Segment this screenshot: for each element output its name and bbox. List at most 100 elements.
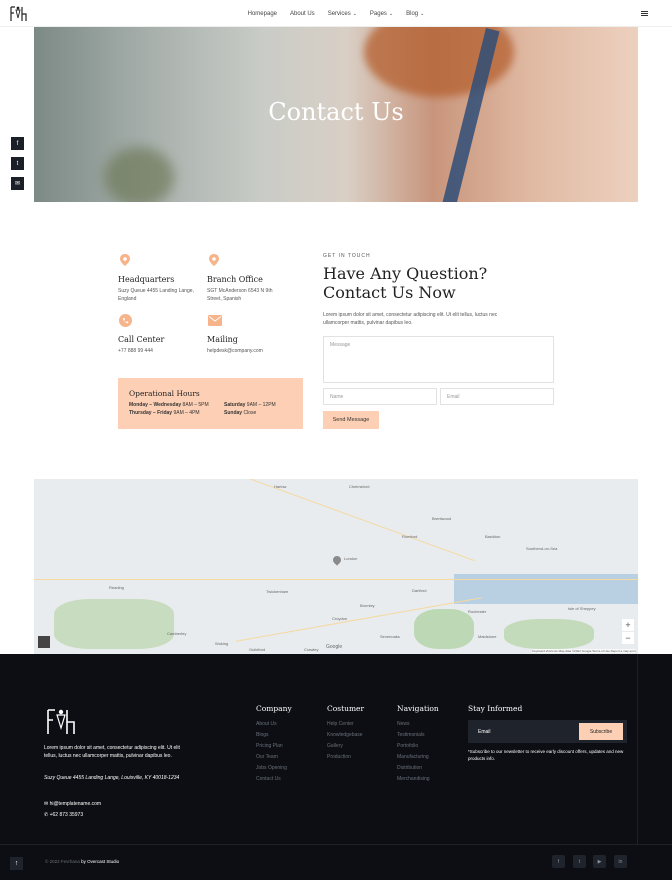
map-zoom-controls: + − [622,619,634,645]
email-icon[interactable]: ✉ [11,177,24,190]
footer-link[interactable]: Portofolio [397,743,418,749]
map-label: London [344,556,358,561]
location-pin-icon [120,254,132,266]
hours-time: 8AM – 5PM [182,402,209,408]
footer-link[interactable]: Our Team [256,754,278,760]
map-label: Croydon [332,616,348,621]
nav-pages[interactable]: Pages ⌄ [370,11,393,17]
map-label: Reading [109,585,124,590]
email-placeholder: Email [447,394,460,400]
footer-link[interactable]: Jobs Opening [256,765,287,771]
chevron-down-icon: ⌄ [352,10,357,17]
footer-link[interactable]: Distribution [397,765,422,771]
footer-link[interactable]: Manufacturing [397,754,429,760]
nav-label: Homepage [247,10,277,17]
section-eyebrow: GET IN TOUCH [323,253,371,259]
mailing-title: Mailing [207,335,238,344]
twitter-icon[interactable]: t [11,157,24,170]
map-label: Isle of Sheppey [568,606,596,611]
subscribe-button[interactable]: Subscribe [579,723,623,740]
operational-hours-box: Operational Hours Monday – Wednesday 8AM… [118,378,303,429]
name-input[interactable]: Name [323,388,437,405]
footer-email-text: hi@templatename.com [49,801,102,807]
footer-link[interactable]: News [397,721,410,727]
facebook-icon[interactable]: f [552,855,565,868]
hours-day: Monday – Wednesday [129,402,182,408]
hours-row: Monday – Wednesday 8AM – 5PM [129,402,209,408]
twitter-icon[interactable]: t [573,855,586,868]
phone-icon: ✆ [44,812,49,818]
call-center-title: Call Center [118,335,165,344]
zoom-out-button[interactable]: − [622,632,634,644]
footer-link[interactable]: Merchandising [397,776,430,782]
nav-label: Pages [369,10,387,17]
message-textarea[interactable]: Message [323,336,554,383]
facebook-icon[interactable]: f [11,137,24,150]
newsletter-form: Email Subscribe [468,720,627,743]
location-pin-icon [209,254,221,266]
hours-day: Saturday [224,402,246,408]
footer-logo[interactable] [44,706,78,736]
footer-description: Lorem ipsum dolor sit amet, consectetur … [44,745,180,759]
nav-blog[interactable]: Blog ⌄ [406,11,424,17]
site-header: Homepage About Us Services ⌄ Pages ⌄ Blog ⌄ [0,0,672,27]
newsletter-title: Stay Informed [468,704,523,713]
hours-row: Saturday 9AM – 12PM [224,402,276,408]
map-label: Harlow [274,484,287,489]
linkedin-icon[interactable]: in [614,855,627,868]
nav-services[interactable]: Services ⌄ [328,11,357,17]
zoom-in-button[interactable]: + [622,619,634,631]
page-title: Contact Us [268,98,404,126]
footer-link[interactable]: About Us [256,721,277,727]
map-label: Dartford [412,588,427,593]
nav-label: About Us [290,10,315,17]
map-label: Maidstone [478,634,497,639]
footer-link[interactable]: Help Center [327,721,354,727]
newsletter-email-input[interactable]: Email [478,729,491,735]
footer-link[interactable]: Contact Us [256,776,281,782]
headquarters-title: Headquarters [118,275,175,284]
hours-time: 9AM – 12PM [246,402,276,408]
branch-office-address: SGT McAnderson 6543 N 9th Street, Spanis… [207,288,273,302]
hamburger-menu-icon[interactable] [641,11,648,16]
footer-link[interactable]: Blogs [256,732,269,738]
footer-phone[interactable]: ✆ +62 873 35973 [44,812,83,818]
email-input[interactable]: Email [440,388,554,405]
hours-time: Close [243,410,257,416]
nav-homepage[interactable]: Homepage [248,11,277,17]
google-logo: Google [326,644,343,650]
hours-time: 9AM – 4PM [173,410,200,416]
map-label: Twickenham [266,589,289,594]
footer-link[interactable]: Knowledgebase [327,732,363,738]
footer-link[interactable]: Gallery [327,743,343,749]
footer-email[interactable]: ✉ hi@templatename.com [44,801,101,807]
form-heading-line: Have Any Question? [323,264,488,283]
footer-address: Suzy Queue 4455 Landing Lange, Louisvill… [44,775,180,781]
copyright-author[interactable]: by Overcast Studio [81,859,119,864]
footer-column-title: Company [256,704,292,713]
send-message-button[interactable]: Send Message [323,411,379,429]
nav-label: Services [327,10,351,17]
map-pin-icon[interactable] [331,554,343,566]
location-map[interactable]: Harlow Chelmsford Brentwood Basildon Sou… [34,479,638,654]
map-label: Camberley [167,631,187,636]
map-label: Romford [402,534,418,539]
mailing-email: helpdesk@company.com [207,348,263,354]
hero-banner: Contact Us [34,27,638,202]
map-attribution[interactable]: Keyboard shortcuts Map data ©2022 Google… [531,649,636,653]
site-footer: Lorem ipsum dolor sit amet, consectetur … [0,654,672,880]
newsletter-note: *Subscribe to our newsletter to receive … [468,749,624,761]
hours-day: Sunday [224,410,243,416]
footer-link[interactable]: Pricing Plan [256,743,283,749]
phone-icon [119,314,132,327]
youtube-icon[interactable]: ▶ [593,855,606,868]
map-type-toggle[interactable] [38,636,50,648]
footer-link[interactable]: Testimonials [397,732,425,738]
nav-about[interactable]: About Us [290,11,315,17]
footer-link[interactable]: Production [327,754,351,760]
footer-column-title: Costumer [327,704,365,713]
map-label: Bromley [360,603,375,608]
back-to-top-button[interactable]: ↑ [10,857,23,870]
branch-office-title: Branch Office [207,275,263,284]
map-label: Crawley [304,647,319,652]
